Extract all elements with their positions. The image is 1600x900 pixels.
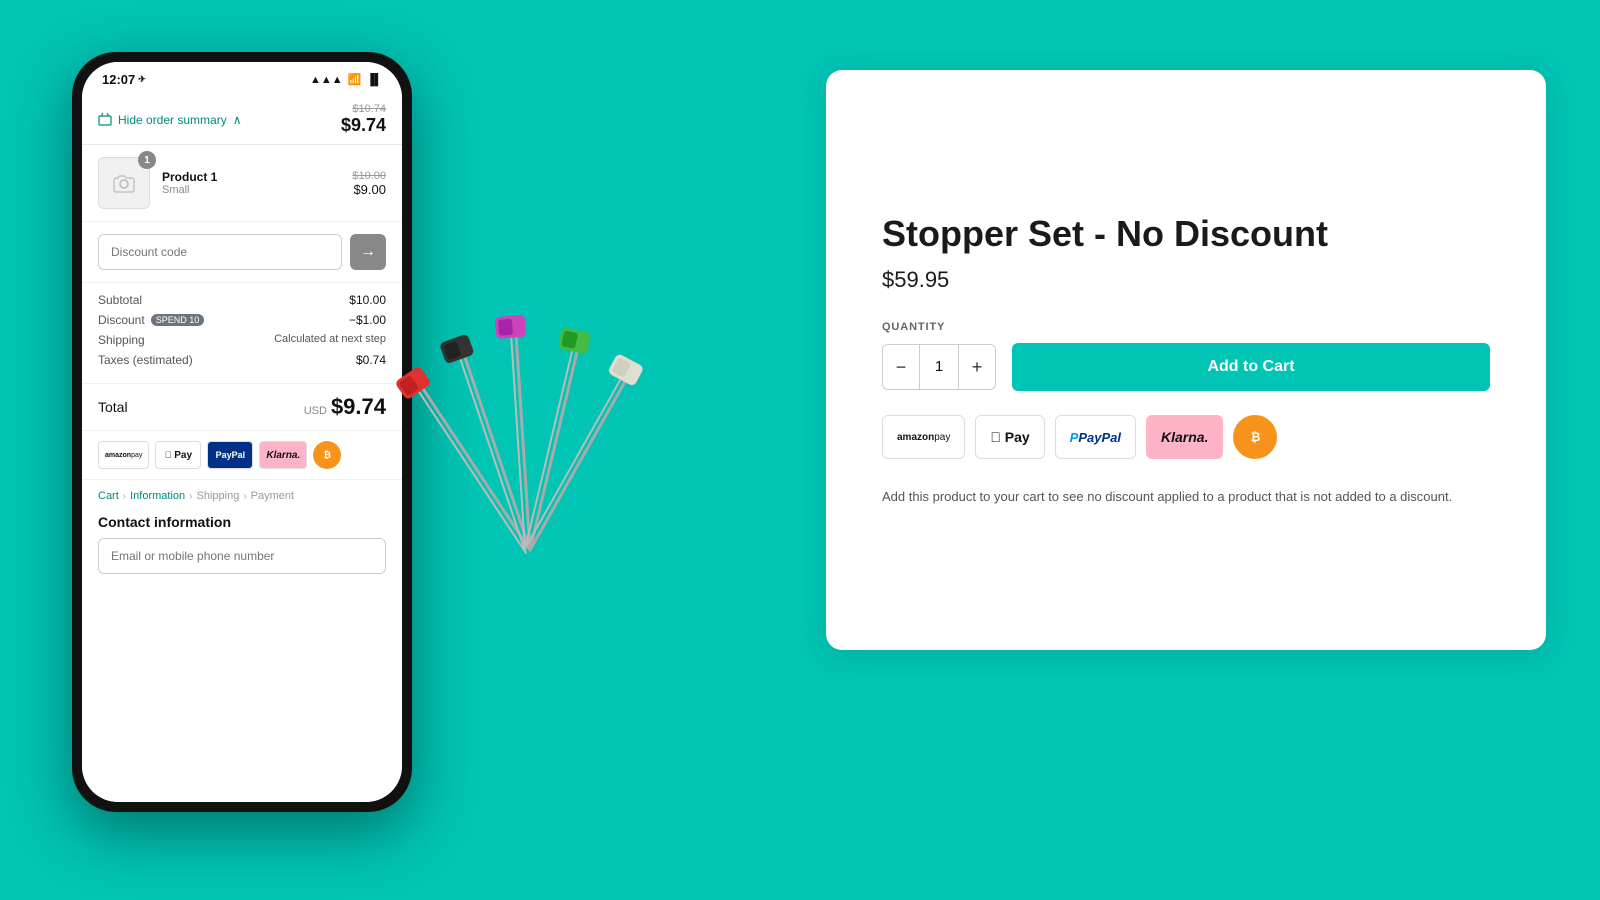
status-icons: ▲▲▲ 📶 ▐▌ xyxy=(310,73,382,86)
camera-icon xyxy=(112,171,136,195)
signal-icon: ▲▲▲ xyxy=(310,74,343,86)
product-item: 1 Product 1 Small $10.00 $9.00 xyxy=(82,145,402,222)
payment-icons-row: amazonpay  Pay PPayPal Klarna. ₿ xyxy=(882,415,1490,459)
product-original-price: $10.00 xyxy=(352,170,386,182)
bitcoin-icon: ₿ xyxy=(1233,415,1277,459)
chevron-up-icon: ∧ xyxy=(233,113,242,127)
amazon-pay-logo: amazonpay xyxy=(98,441,149,469)
apple-pay-logo:  Pay xyxy=(155,441,201,469)
location-icon: ✈ xyxy=(138,74,146,85)
quantity-decrease-button[interactable]: − xyxy=(883,345,919,389)
arrow-right-icon: → xyxy=(360,243,376,261)
original-total: $10.74 xyxy=(352,103,386,115)
add-to-cart-label: Add to Cart xyxy=(1207,358,1294,375)
product-quantity-badge: 1 xyxy=(138,151,156,169)
breadcrumb-cart[interactable]: Cart xyxy=(98,490,119,502)
product-price-wrap: $10.00 $9.00 xyxy=(352,170,386,197)
product-image-wrap: 1 xyxy=(98,157,150,209)
payment-logos: amazonpay  Pay PayPal Klarna. ₿ xyxy=(82,431,402,480)
amazon-pay-icon: amazonpay xyxy=(882,415,965,459)
subtotal-label: Subtotal xyxy=(98,293,142,307)
contact-title: Contact information xyxy=(98,514,386,530)
breadcrumb-nav: Cart › Information › Shipping › Payment xyxy=(82,480,402,506)
order-subtotal-row: Subtotal $10.00 xyxy=(98,293,386,307)
discount-section: → xyxy=(82,222,402,283)
discount-label: Discount SPEND 10 xyxy=(98,313,204,327)
email-input[interactable] xyxy=(98,538,386,574)
product-card-description: Add this product to your cart to see no … xyxy=(882,487,1462,508)
quantity-control: − 1 + xyxy=(882,344,996,390)
wifi-icon: 📶 xyxy=(348,73,362,86)
paypal-logo: PayPal xyxy=(207,441,253,469)
minus-icon: − xyxy=(896,357,907,378)
quantity-value: 1 xyxy=(919,345,959,389)
phone-frame: 12:07 ✈ ▲▲▲ 📶 ▐▌ xyxy=(72,52,412,812)
product-variant: Small xyxy=(162,184,340,196)
total-currency: USD xyxy=(304,405,327,417)
breadcrumb-shipping: Shipping xyxy=(197,490,240,502)
order-total-header: $10.74 $9.74 xyxy=(341,103,386,136)
status-time: 12:07 ✈ xyxy=(102,72,146,87)
product-name: Product 1 xyxy=(162,170,340,184)
product-info: Product 1 Small xyxy=(162,170,340,196)
time-display: 12:07 xyxy=(102,72,135,87)
quantity-add-row: − 1 + Add to Cart xyxy=(882,343,1490,391)
phone-content: Hide order summary ∧ $10.74 $9.74 xyxy=(82,91,402,802)
klarna-icon: Klarna. xyxy=(1146,415,1223,459)
total-price: $9.74 xyxy=(331,394,386,420)
discount-value: −$1.00 xyxy=(349,313,386,327)
order-taxes-row: Taxes (estimated) $0.74 xyxy=(98,353,386,367)
product-card-title: Stopper Set - No Discount xyxy=(882,212,1490,255)
product-price: $9.00 xyxy=(352,182,386,197)
contact-section: Contact information xyxy=(82,506,402,586)
breadcrumb-sep-1: › xyxy=(123,491,126,502)
breadcrumb-information[interactable]: Information xyxy=(130,490,185,502)
order-summary-header: Hide order summary ∧ $10.74 $9.74 xyxy=(82,91,402,145)
order-summary-toggle[interactable]: Hide order summary ∧ xyxy=(98,113,242,127)
current-total: $9.74 xyxy=(341,115,386,136)
breadcrumb-sep-2: › xyxy=(189,491,192,502)
quantity-label: QUANTITY xyxy=(882,321,1490,333)
order-details: Subtotal $10.00 Discount SPEND 10 −$1.00… xyxy=(82,283,402,384)
toggle-label: Hide order summary xyxy=(118,113,227,127)
plus-icon: + xyxy=(972,357,983,378)
taxes-value: $0.74 xyxy=(356,353,386,367)
battery-icon: ▐▌ xyxy=(366,74,382,86)
discount-input[interactable] xyxy=(98,234,342,270)
phone-screen: 12:07 ✈ ▲▲▲ 📶 ▐▌ xyxy=(82,62,402,802)
apple-pay-icon:  Pay xyxy=(975,415,1044,459)
product-card: Stopper Set - No Discount $59.95 QUANTIT… xyxy=(826,70,1546,650)
quantity-increase-button[interactable]: + xyxy=(959,345,995,389)
discount-apply-button[interactable]: → xyxy=(350,234,386,270)
add-to-cart-button[interactable]: Add to Cart xyxy=(1012,343,1490,391)
order-discount-row: Discount SPEND 10 −$1.00 xyxy=(98,313,386,327)
phone-mockup: 12:07 ✈ ▲▲▲ 📶 ▐▌ xyxy=(72,52,412,812)
shipping-value: Calculated at next step xyxy=(274,333,386,347)
breadcrumb-payment: Payment xyxy=(251,490,294,502)
subtotal-value: $10.00 xyxy=(349,293,386,307)
order-shipping-row: Shipping Calculated at next step xyxy=(98,333,386,347)
total-row: Total USD $9.74 xyxy=(82,384,402,431)
discount-code-badge: SPEND 10 xyxy=(151,314,205,326)
breadcrumb-sep-3: › xyxy=(243,491,246,502)
product-card-price: $59.95 xyxy=(882,267,1490,293)
taxes-label: Taxes (estimated) xyxy=(98,353,193,367)
bitcoin-logo: ₿ xyxy=(313,441,341,469)
klarna-logo: Klarna. xyxy=(259,441,307,469)
total-label: Total xyxy=(98,399,128,415)
shipping-label: Shipping xyxy=(98,333,145,347)
cart-icon xyxy=(98,113,112,127)
paypal-icon: PPayPal xyxy=(1055,415,1136,459)
total-value-wrap: USD $9.74 xyxy=(304,394,386,420)
status-bar: 12:07 ✈ ▲▲▲ 📶 ▐▌ xyxy=(82,62,402,91)
